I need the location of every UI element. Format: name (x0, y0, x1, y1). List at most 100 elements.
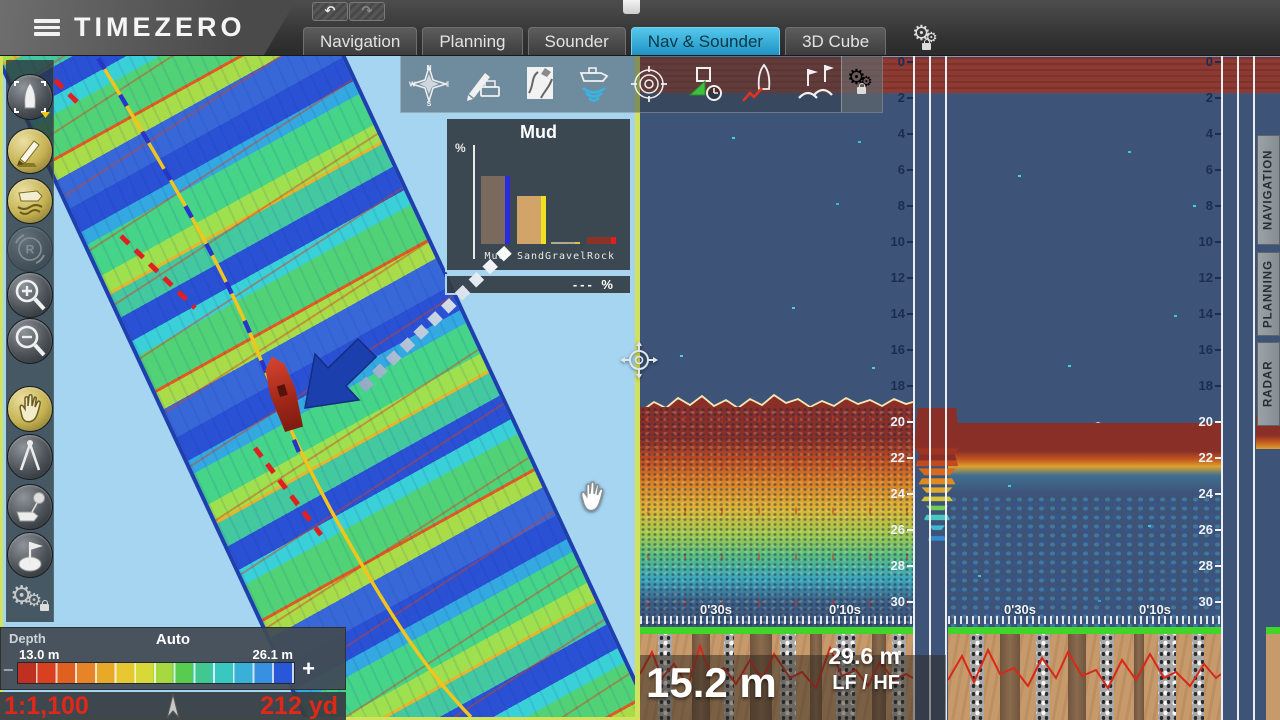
legend-decrease-button[interactable]: − (3, 660, 14, 681)
pbg-log-button[interactable] (7, 128, 53, 174)
tab-3d-cube[interactable]: 3D Cube (785, 27, 886, 55)
menu-icon[interactable] (34, 19, 60, 36)
goto-mark-icon[interactable] (676, 60, 731, 108)
undo-button[interactable]: ↶ (312, 2, 348, 21)
center-vessel-button[interactable] (7, 74, 53, 120)
bottom-type-category-label: Gravel (545, 251, 585, 262)
race-marks-icon[interactable] (786, 60, 841, 108)
bottom-type-bar-mud (481, 176, 510, 244)
depth-tick-label: 6 (1166, 162, 1221, 178)
bottom-lock-bar (948, 627, 1221, 634)
bottom-type-value: --- % (445, 274, 632, 295)
tab-planning[interactable]: Planning (422, 27, 522, 55)
depth-tick-label: 20 (1166, 414, 1221, 430)
workspace-settings-button[interactable]: ⚙⚙ (912, 27, 942, 53)
zoom-in-button[interactable] (7, 272, 53, 318)
bottom-type-bar-gravel (551, 242, 580, 244)
depth-tick-label: 20 (858, 414, 913, 430)
lock-icon (857, 87, 866, 94)
toolbar-settings-button[interactable]: ⚙⚙ (841, 56, 882, 112)
target-tracking-icon[interactable] (621, 60, 676, 108)
depth-tick-label: 4 (858, 126, 913, 142)
tab-sounder[interactable]: Sounder (528, 27, 626, 55)
sounder-display-icon[interactable] (566, 60, 621, 108)
depth-tick-label: 24 (858, 486, 913, 502)
bottom-type-chart: MudSandGravelRock (447, 119, 630, 270)
depth-tick-label: 16 (1166, 342, 1221, 358)
depth-tick-label: 28 (1166, 558, 1221, 574)
workspace-tabs: Navigation Planning Sounder Nav & Sounde… (303, 27, 886, 55)
lock-icon (40, 604, 49, 611)
navdata-tab-planning[interactable]: PLANNING (1257, 252, 1280, 336)
north-arrow-icon (158, 692, 188, 720)
depth-tick-label: 26 (858, 522, 913, 538)
depth-shading-legend: Depth Auto 13.0 m 26.1 m − + (0, 627, 346, 690)
pan-hand-button[interactable] (7, 386, 53, 432)
brand-block: TIMEZERO (0, 0, 312, 55)
time-label: 0'30s (992, 602, 1048, 617)
alert-triangle (41, 112, 50, 118)
gears-icon: ⚙⚙ (847, 71, 877, 97)
depth-tick-label: 22 (858, 450, 913, 466)
collapsed-panel-handle[interactable] (623, 0, 640, 14)
boundary-dashed-red (255, 448, 321, 535)
top-bar: TIMEZERO ↶ ↷ Navigation Planning Sounder… (0, 0, 1280, 56)
bottom-type-bar-sand (517, 196, 546, 244)
bottom-classification-hf (948, 634, 1221, 720)
lock-icon (922, 43, 931, 50)
bathy-record-button[interactable] (7, 178, 53, 224)
svg-text:E: E (446, 82, 449, 89)
tab-navigation[interactable]: Navigation (303, 27, 417, 55)
depth-tick-label: 24 (1166, 486, 1221, 502)
radar-sync-button[interactable]: R (7, 226, 53, 272)
redo-button[interactable]: ↷ (349, 2, 385, 21)
svg-text:S: S (426, 101, 431, 106)
depth-tick-label: 12 (858, 270, 913, 286)
navdata-tab-navigation[interactable]: NAVIGATION (1257, 135, 1280, 245)
navdata-tab-radar[interactable]: RADAR (1257, 342, 1280, 426)
depth-tick-label: 14 (858, 306, 913, 322)
depth-tick-label: 6 (858, 162, 913, 178)
sounder-pane[interactable]: 024681012141618202224262830 024681012141… (640, 55, 1280, 720)
bottom-type-category-label: Mud (475, 251, 515, 262)
depth-tick-label: 0 (1166, 55, 1221, 70)
time-ruler-lf (640, 616, 913, 624)
svg-text:W: W (409, 82, 416, 89)
depth-tick-label: 18 (858, 378, 913, 394)
bottom-classification-edge (1266, 634, 1280, 720)
time-label: 0'10s (817, 602, 873, 617)
orientation-compass-icon[interactable]: N E S W (401, 60, 456, 108)
mob-marker-button[interactable] (7, 484, 53, 530)
legend-mode: Auto (1, 631, 345, 648)
legend-increase-button[interactable]: + (302, 656, 315, 682)
legend-min-depth: 13.0 m (19, 647, 59, 662)
time-ruler-hf (948, 616, 1221, 624)
svg-text:N: N (426, 65, 431, 72)
bottom-lock-bar (640, 627, 913, 634)
app-title: TIMEZERO (74, 12, 246, 43)
chart-scale-bar: 1:1,100 212 yd (0, 692, 346, 720)
zoom-out-button[interactable] (7, 318, 53, 364)
scale-distance: 212 yd (260, 692, 338, 720)
legend-max-depth: 26.1 m (253, 647, 293, 662)
depth-tick-label: 14 (1166, 306, 1221, 322)
depth-color-gradient[interactable] (17, 662, 295, 684)
svg-text:R: R (26, 243, 35, 257)
chart-select-icon[interactable] (511, 60, 566, 108)
depth-tick-label: 10 (858, 234, 913, 250)
depth-readout-secondary-value: 29.6 m (790, 643, 900, 670)
depth-tick-label: 18 (1166, 378, 1221, 394)
frequency-mode-label: LF / HF (790, 672, 900, 695)
route-leg-dashed (98, 58, 305, 467)
boundary-dashed-red (121, 236, 195, 308)
tab-nav-and-sounder[interactable]: Nav & Sounder (631, 27, 780, 55)
divider-measure-button[interactable] (7, 434, 53, 480)
depth-tick-label: 10 (1166, 234, 1221, 250)
track-boat-icon[interactable] (731, 60, 786, 108)
time-label: 0'30s (688, 602, 744, 617)
hardness-trace (948, 634, 1221, 720)
annotate-print-icon[interactable] (456, 60, 511, 108)
bottom-discrimination-popup: Mud % MudSandGravelRock (445, 117, 632, 272)
pane-divider-line (1237, 55, 1239, 720)
waypoint-flag-button[interactable] (7, 532, 53, 578)
